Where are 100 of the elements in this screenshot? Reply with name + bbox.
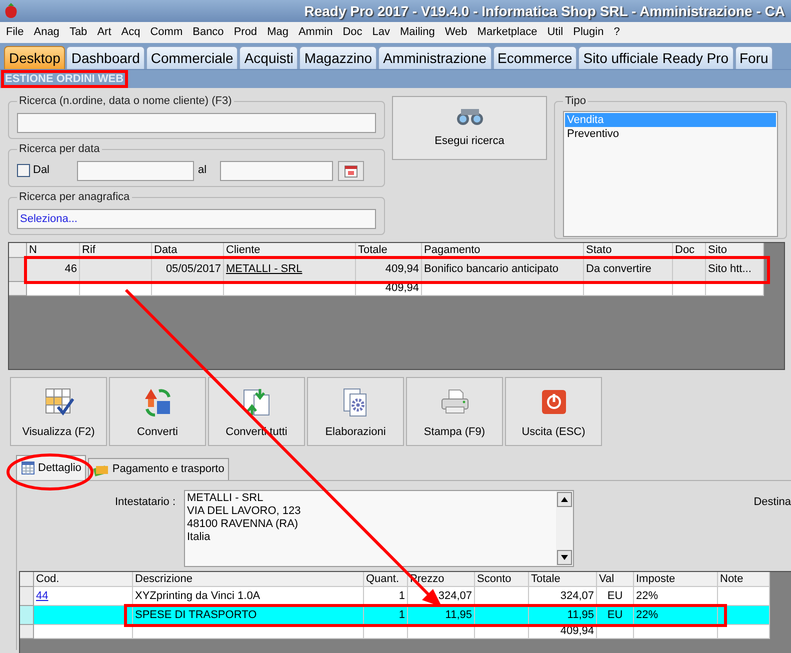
calendar-button[interactable] bbox=[338, 160, 364, 180]
row-header bbox=[20, 625, 34, 639]
menu-item[interactable]: Util bbox=[547, 24, 564, 41]
table-cell: 324,07 bbox=[529, 587, 597, 606]
calendar-icon bbox=[21, 461, 35, 475]
group-label: Tipo bbox=[564, 94, 587, 109]
scroll-up-icon[interactable] bbox=[557, 492, 572, 507]
tab[interactable]: Sito ufficiale Ready Pro bbox=[578, 46, 734, 69]
table-cell bbox=[80, 282, 152, 296]
date-field[interactable] bbox=[220, 160, 333, 180]
scrollbar[interactable] bbox=[556, 491, 573, 566]
column-header[interactable]: Totale bbox=[529, 572, 597, 587]
menu-item[interactable]: Doc bbox=[342, 24, 362, 41]
date-separator: al bbox=[198, 163, 208, 178]
toolbar-button[interactable]: Visualizza (F2) bbox=[10, 377, 107, 446]
column-header[interactable]: Val bbox=[597, 572, 634, 587]
strawberry-icon bbox=[4, 2, 18, 20]
column-header[interactable]: Imposte bbox=[634, 572, 718, 587]
tab[interactable]: Commerciale bbox=[146, 46, 238, 69]
table-cell bbox=[475, 625, 529, 639]
binoculars-icon bbox=[454, 106, 484, 127]
table-row[interactable]: SPESE DI TRASPORTO 1 11,95 11,95 EU 22% bbox=[20, 606, 770, 625]
tab[interactable]: Amministrazione bbox=[378, 46, 492, 69]
table-cell: 22% bbox=[634, 587, 718, 606]
documents-arrows-icon bbox=[242, 386, 272, 416]
menu-item[interactable]: Banco bbox=[192, 24, 224, 41]
table-cell bbox=[408, 625, 475, 639]
table-cell bbox=[152, 282, 224, 296]
section-title: ESTIONE ORDINI WEB bbox=[5, 73, 124, 85]
tab[interactable]: Desktop bbox=[4, 46, 66, 69]
menu-item[interactable]: Art bbox=[97, 24, 112, 41]
table-cell bbox=[597, 625, 634, 639]
field-label: Destina bbox=[754, 495, 791, 510]
tab[interactable]: Pagamento e trasporto bbox=[88, 458, 230, 480]
cards-icon bbox=[93, 462, 110, 476]
menu-item[interactable]: Acq bbox=[121, 24, 140, 41]
menu-item[interactable]: Comm bbox=[150, 24, 183, 41]
column-header[interactable]: Cod. bbox=[34, 572, 133, 587]
table-cell: 1 bbox=[364, 606, 408, 625]
address-line: Italia bbox=[187, 531, 212, 544]
tab[interactable]: Acquisti bbox=[239, 46, 298, 69]
printer-icon bbox=[440, 386, 470, 416]
menu-item[interactable]: Tab bbox=[69, 24, 88, 41]
column-header[interactable]: Descrizione bbox=[133, 572, 364, 587]
registry-field[interactable]: Seleziona... bbox=[17, 208, 376, 228]
menu-item[interactable]: Mag bbox=[267, 24, 288, 41]
table-cell: EU bbox=[597, 587, 634, 606]
menu-item[interactable]: Lav bbox=[372, 24, 390, 41]
calendar-icon bbox=[344, 164, 358, 178]
tab[interactable]: Magazzino bbox=[299, 46, 378, 69]
column-header[interactable]: Note bbox=[718, 572, 770, 587]
search-button[interactable]: Esegui ricerca bbox=[392, 96, 547, 160]
column-header[interactable]: Quant. bbox=[364, 572, 408, 587]
toolbar-button[interactable]: Converti bbox=[109, 377, 206, 446]
column-header[interactable]: Sconto bbox=[475, 572, 529, 587]
tab[interactable]: Dashboard bbox=[66, 46, 145, 69]
search-field[interactable] bbox=[17, 112, 376, 132]
toolbar-button[interactable]: Uscita (ESC) bbox=[505, 377, 602, 446]
menu-item[interactable]: File bbox=[6, 24, 24, 41]
address-line: VIA DEL LAVORO, 123 bbox=[187, 505, 302, 518]
table-cell: Da convertire bbox=[584, 258, 673, 282]
table-cell bbox=[27, 282, 80, 296]
table-cell: Bonifico bancario anticipato bbox=[422, 258, 584, 282]
scroll-down-icon[interactable] bbox=[557, 550, 572, 565]
table-cell: Sito htt... bbox=[706, 258, 764, 282]
menu-item[interactable]: Ammin bbox=[298, 24, 333, 41]
table-cell: SPESE DI TRASPORTO bbox=[133, 606, 364, 625]
row-header bbox=[20, 606, 34, 625]
tab[interactable]: Foru bbox=[734, 46, 774, 69]
menu-item[interactable]: Prod bbox=[234, 24, 258, 41]
table-cell: 22% bbox=[634, 606, 718, 625]
group-label: Ricerca (n.ordine, data o nome cliente) (F3) bbox=[18, 94, 233, 109]
table-row[interactable]: 44 XYZprinting da Vinci 1.0A 1 324,07 324,07 EU 22% bbox=[20, 587, 770, 606]
menu-item[interactable]: Plugin bbox=[573, 24, 604, 41]
grid-check-icon bbox=[44, 386, 74, 416]
field-label: Intestatario : bbox=[115, 495, 177, 510]
customer-link[interactable]: METALLI - SRL bbox=[226, 263, 302, 275]
menu-item[interactable]: Anag bbox=[34, 24, 60, 41]
date-field[interactable] bbox=[77, 160, 194, 180]
menu-item[interactable]: Marketplace bbox=[477, 24, 538, 41]
table-cell: EU bbox=[597, 606, 634, 625]
group-label: Ricerca per anagrafica bbox=[18, 190, 131, 205]
table-cell bbox=[718, 625, 770, 639]
table-cell: 1 bbox=[364, 587, 408, 606]
menu-item[interactable]: Web bbox=[444, 24, 468, 41]
table-cell: 11,95 bbox=[529, 606, 597, 625]
checkbox-label: Dal bbox=[33, 163, 51, 178]
checkbox[interactable] bbox=[17, 164, 30, 177]
list-item[interactable]: Preventivo bbox=[565, 126, 776, 140]
menu-item[interactable]: Mailing bbox=[400, 24, 435, 41]
row-header bbox=[20, 587, 34, 606]
tab[interactable]: Ecommerce bbox=[492, 46, 578, 69]
menu-item[interactable]: ? bbox=[614, 24, 620, 41]
table-cell bbox=[706, 282, 764, 296]
address-box[interactable]: METALLI - SRL VIA DEL LAVORO, 123 48100 RAVENNA (RA) Italia bbox=[184, 490, 574, 567]
table-cell: 05/05/2017 bbox=[152, 258, 224, 282]
code-link[interactable]: 44 bbox=[36, 590, 48, 602]
address-line: METALLI - SRL bbox=[187, 492, 264, 505]
toolbar-button[interactable]: Elaborazioni bbox=[307, 377, 404, 446]
toolbar-button[interactable]: Stampa (F9) bbox=[406, 377, 503, 446]
